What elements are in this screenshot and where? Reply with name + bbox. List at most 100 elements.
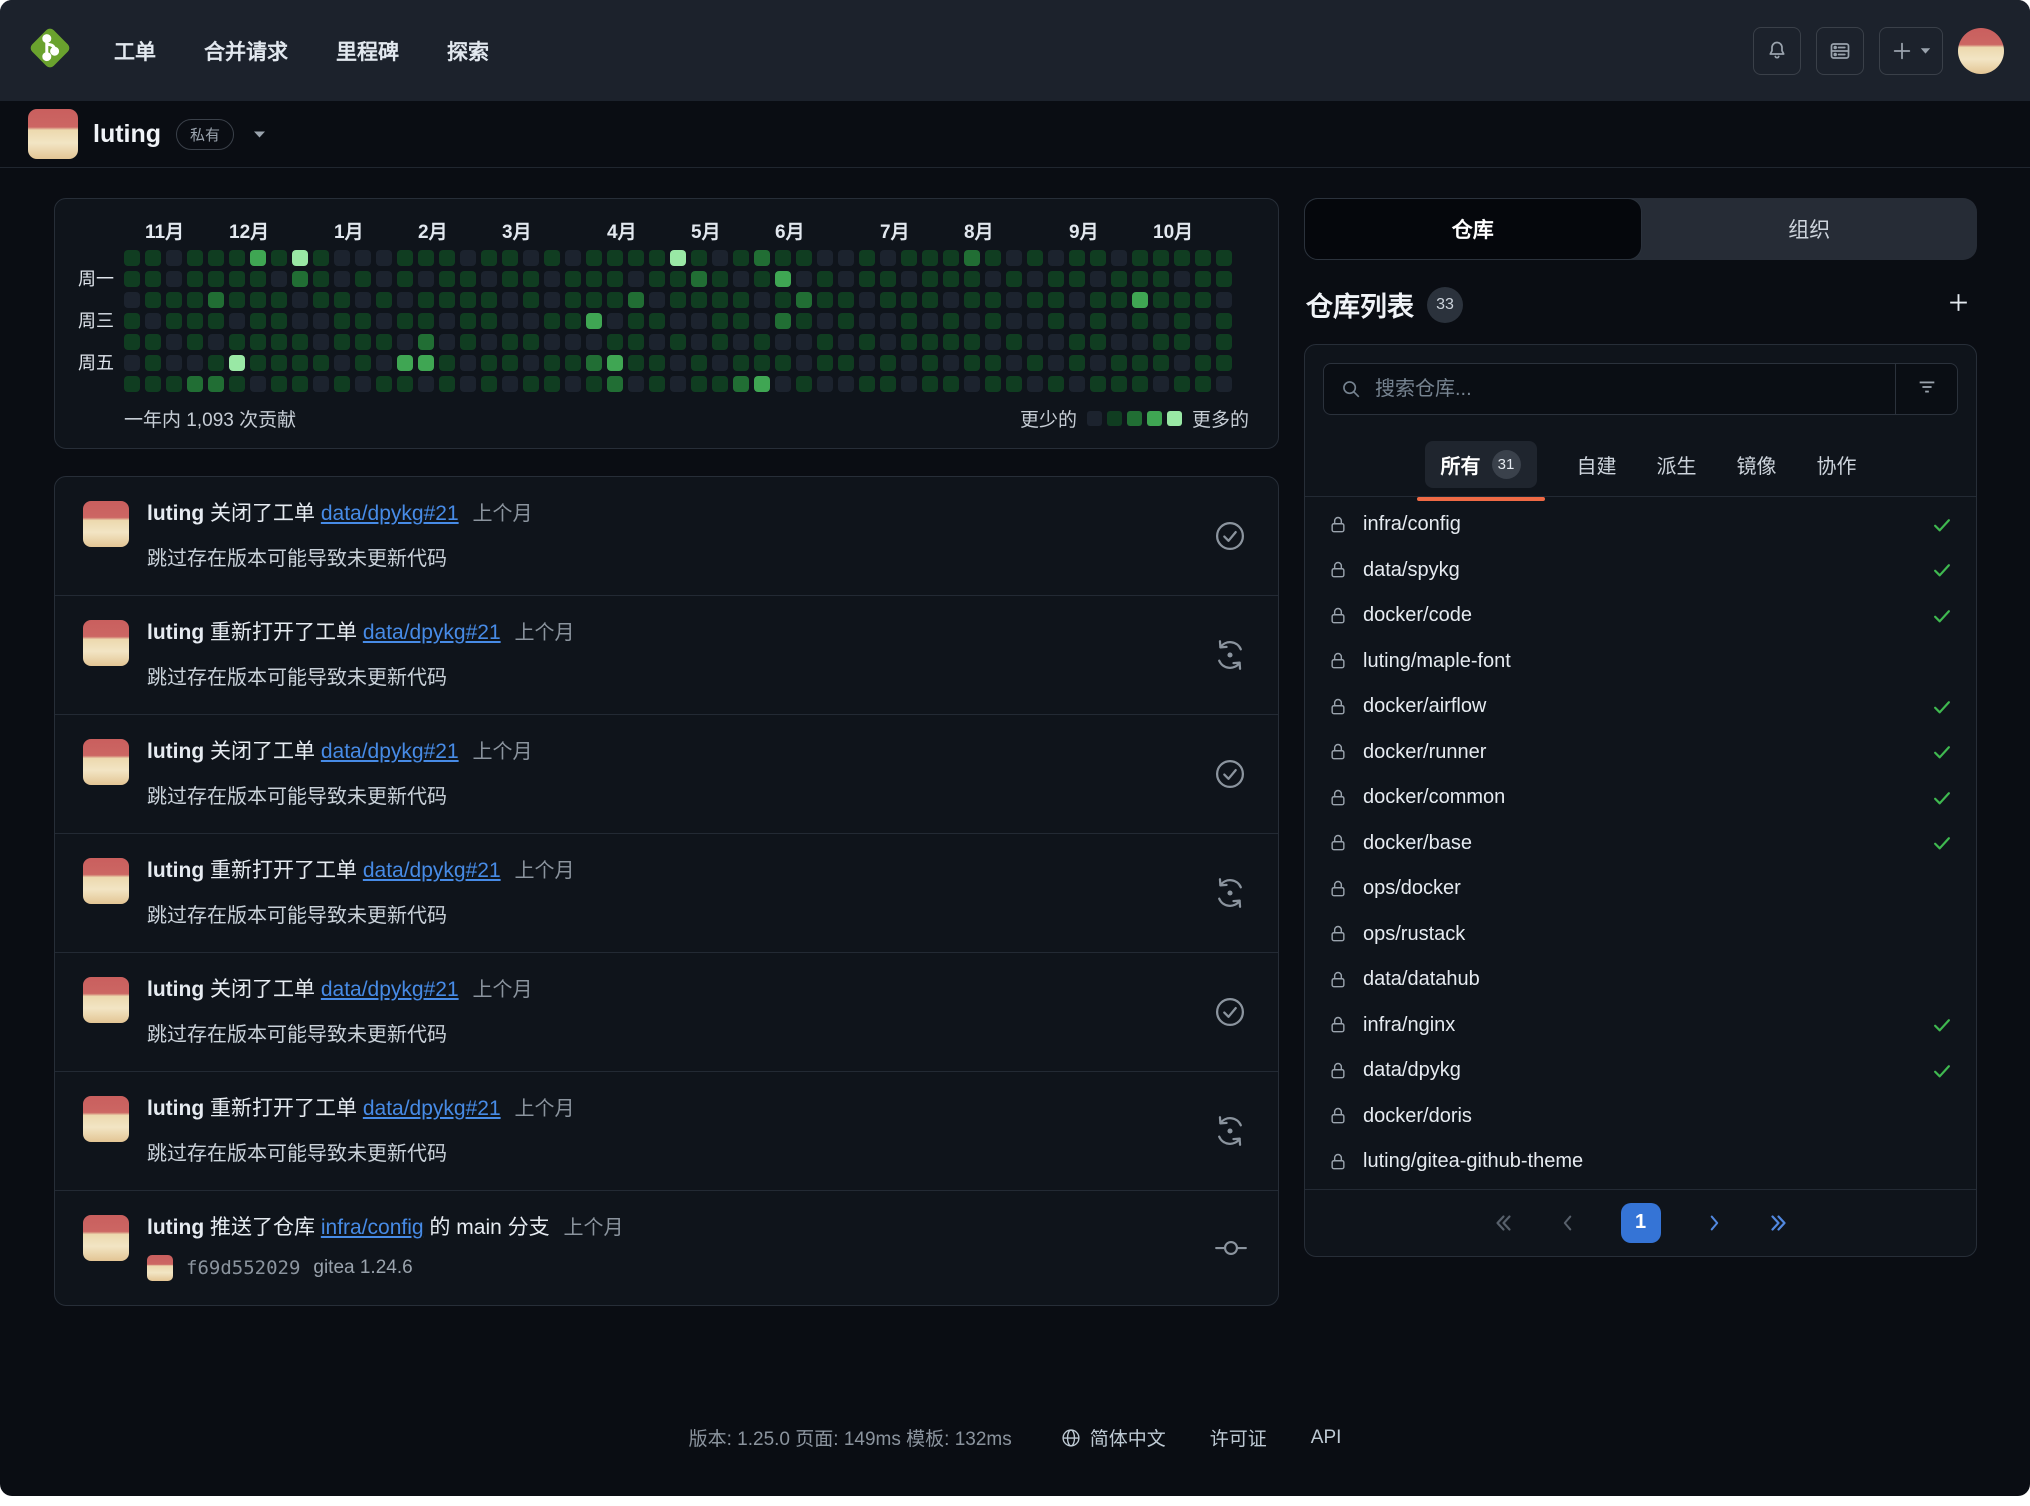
footer-link[interactable]: 许可证	[1210, 1424, 1267, 1451]
filter-tab[interactable]: 所有31	[1425, 441, 1537, 488]
heatmap-cell	[418, 313, 434, 329]
repo-row[interactable]: docker/doris	[1305, 1094, 1976, 1140]
feed-object-link[interactable]: data/dpykg#21	[363, 621, 501, 644]
heatmap-cell	[607, 355, 623, 371]
repo-row[interactable]: ops/rustack	[1305, 912, 1976, 958]
user-avatar[interactable]	[1958, 28, 2004, 74]
nav-item[interactable]: 合并请求	[204, 36, 288, 66]
repo-row[interactable]: docker/runner	[1305, 730, 1976, 776]
user-avatar[interactable]	[83, 1096, 129, 1142]
repo-row[interactable]: infra/config	[1305, 502, 1976, 548]
first-page-button[interactable]	[1491, 1211, 1515, 1235]
user-avatar[interactable]	[83, 858, 129, 904]
feed-user-link[interactable]: luting	[147, 740, 204, 763]
user-avatar[interactable]	[83, 620, 129, 666]
gitea-logo[interactable]	[26, 27, 74, 75]
heatmap-cell	[334, 250, 350, 266]
nav-item[interactable]: 工单	[114, 36, 156, 66]
feed-user-link[interactable]: luting	[147, 859, 204, 882]
heatmap-month-label: 6月	[775, 217, 791, 244]
repo-row[interactable]: docker/base	[1305, 821, 1976, 867]
repo-row[interactable]: luting/gitea-github-theme	[1305, 1139, 1976, 1185]
feed-object-link[interactable]: data/dpykg#21	[321, 740, 459, 763]
heatmap-cell	[166, 250, 182, 266]
plus-button[interactable]	[1879, 27, 1943, 75]
nav-item[interactable]: 探索	[447, 36, 489, 66]
feed-object-link[interactable]: data/dpykg#21	[321, 502, 459, 525]
repo-name: data/dpykg	[1363, 1059, 1461, 1082]
filter-button[interactable]	[1895, 364, 1957, 414]
add-repo-button[interactable]	[1946, 290, 1971, 320]
footer-link[interactable]: API	[1311, 1427, 1342, 1449]
heatmap-cell	[1195, 355, 1211, 371]
feed-user-link[interactable]: luting	[147, 621, 204, 644]
heatmap-cell	[313, 250, 329, 266]
repo-row[interactable]: data/dpykg	[1305, 1048, 1976, 1094]
heatmap-month-label: 7月	[880, 217, 896, 244]
heatmap-cell	[1069, 271, 1085, 287]
user-avatar[interactable]	[83, 1215, 129, 1261]
heatmap-cell	[691, 334, 707, 350]
heatmap-cell	[985, 292, 1001, 308]
lock-icon	[1328, 515, 1348, 535]
user-avatar[interactable]	[83, 501, 129, 547]
feed-object-link[interactable]: infra/config	[321, 1216, 424, 1239]
heatmap-cell	[460, 313, 476, 329]
feed-object-link[interactable]: data/dpykg#21	[321, 978, 459, 1001]
bell-icon	[1765, 39, 1789, 63]
bell-button[interactable]	[1753, 27, 1801, 75]
repo-row[interactable]: docker/airflow	[1305, 684, 1976, 730]
last-page-button[interactable]	[1767, 1211, 1791, 1235]
user-avatar[interactable]	[83, 977, 129, 1023]
filter-tab[interactable]: 自建	[1577, 450, 1617, 479]
filter-tab[interactable]: 协作	[1817, 450, 1857, 479]
next-page-button[interactable]	[1703, 1212, 1725, 1234]
filter-tab[interactable]: 镜像	[1737, 450, 1777, 479]
repo-row[interactable]: docker/code	[1305, 593, 1976, 639]
chevron-down-icon[interactable]	[253, 130, 266, 139]
heatmap-cell	[166, 355, 182, 371]
feed-object-link[interactable]: data/dpykg#21	[363, 1097, 501, 1120]
server-button[interactable]	[1816, 27, 1864, 75]
heatmap-cell	[565, 376, 581, 392]
repo-row[interactable]: data/datahub	[1305, 957, 1976, 1003]
heatmap-cell	[1069, 376, 1085, 392]
feed-user-link[interactable]: luting	[147, 978, 204, 1001]
repo-name: docker/base	[1363, 832, 1472, 855]
feed-suffix: 的	[429, 1216, 450, 1239]
heatmap-cell	[859, 376, 875, 392]
search-input[interactable]	[1375, 364, 1895, 414]
heatmap-cell	[1132, 376, 1148, 392]
heatmap-cell	[565, 355, 581, 371]
repo-row[interactable]: docker/common	[1305, 775, 1976, 821]
lock-icon	[1328, 742, 1348, 762]
footer-link[interactable]: 简体中文	[1060, 1424, 1166, 1451]
user-avatar[interactable]	[83, 739, 129, 785]
page-1[interactable]: 1	[1621, 1203, 1661, 1243]
heatmap-cell	[460, 292, 476, 308]
feed-user-link[interactable]: luting	[147, 502, 204, 525]
feed-user-link[interactable]: luting	[147, 1216, 204, 1239]
feed-object-link[interactable]: data/dpykg#21	[363, 859, 501, 882]
heatmap-cell	[523, 313, 539, 329]
feed-item: luting 关闭了工单 data/dpykg#21 上个月跳过存在版本可能导致…	[55, 714, 1278, 833]
repo-row[interactable]: luting/maple-font	[1305, 639, 1976, 685]
heatmap-cell	[292, 376, 308, 392]
filter-tab[interactable]: 派生	[1657, 450, 1697, 479]
profile-avatar[interactable]	[28, 109, 78, 159]
repo-row[interactable]: data/spykg	[1305, 548, 1976, 594]
repo-row[interactable]: infra/nginx	[1305, 1003, 1976, 1049]
prev-page-button[interactable]	[1557, 1212, 1579, 1234]
heatmap-cell	[838, 334, 854, 350]
tab-organizations[interactable]: 组织	[1642, 198, 1978, 260]
heatmap-cell	[1090, 376, 1106, 392]
contribution-heatmap-card: 11月12月1月2月3月4月5月6月7月8月9月10月 周一周三周五 一年内 1…	[54, 198, 1279, 449]
tab-repositories[interactable]: 仓库	[1304, 198, 1642, 260]
pagination: 1	[1305, 1189, 1976, 1256]
check-icon	[1931, 787, 1953, 809]
nav-item[interactable]: 里程碑	[336, 36, 399, 66]
commit-hash-link[interactable]: f69d552029	[186, 1257, 300, 1279]
feed-user-link[interactable]: luting	[147, 1097, 204, 1120]
repo-row[interactable]: ops/docker	[1305, 866, 1976, 912]
lock-icon	[1328, 606, 1348, 626]
